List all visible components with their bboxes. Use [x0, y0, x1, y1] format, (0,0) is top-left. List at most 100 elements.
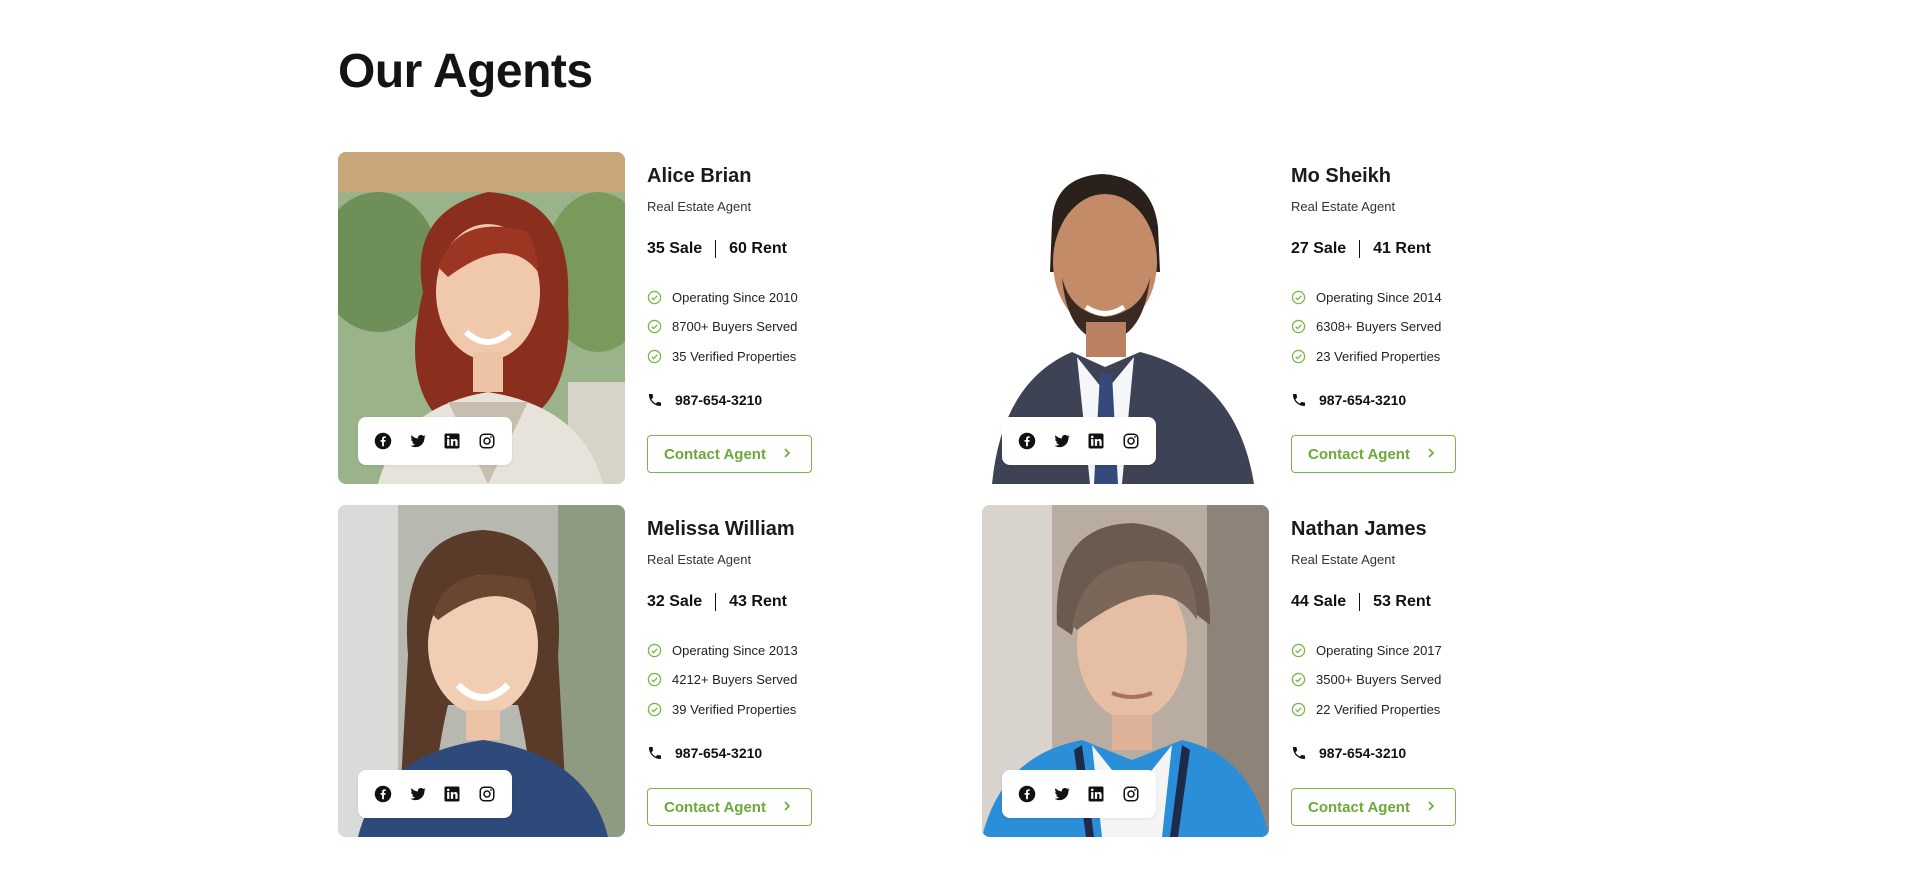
agent-phone[interactable]: 987-654-3210 — [647, 392, 762, 408]
agent-name: Mo Sheikh — [1291, 165, 1392, 187]
chevron-right-icon — [784, 448, 791, 458]
check-circle-icon — [1291, 643, 1306, 658]
agent-phone[interactable]: 987-654-3210 — [647, 745, 762, 761]
feature-item: Operating Since 2013 — [647, 640, 798, 660]
phone-number: 987-654-3210 — [1319, 392, 1407, 408]
feature-item: 22 Verified Properties — [1291, 699, 1442, 719]
check-circle-icon — [1291, 349, 1306, 364]
agent-role: Real Estate Agent — [1291, 199, 1396, 214]
agents-page: Our Agents Alice Brian Real Estate Agent… — [0, 0, 1921, 876]
check-circle-icon — [647, 672, 662, 687]
linkedin-icon[interactable] — [1086, 431, 1106, 451]
check-circle-icon — [1291, 319, 1306, 334]
contact-agent-button[interactable]: Contact Agent — [1291, 435, 1456, 473]
facebook-icon[interactable] — [373, 431, 393, 451]
feature-item: 6308+ Buyers Served — [1291, 317, 1442, 337]
facebook-icon[interactable] — [1017, 784, 1037, 804]
instagram-icon[interactable] — [1121, 431, 1141, 451]
feature-text: Operating Since 2014 — [1316, 289, 1442, 305]
linkedin-icon[interactable] — [442, 431, 462, 451]
rent-count: 53 Rent — [1373, 593, 1431, 610]
stats-divider — [715, 593, 717, 611]
facebook-icon[interactable] — [1017, 431, 1037, 451]
agent-photo — [338, 152, 625, 484]
feature-text: Operating Since 2013 — [672, 642, 798, 658]
phone-number: 987-654-3210 — [675, 392, 763, 408]
agent-phone[interactable]: 987-654-3210 — [1291, 392, 1406, 408]
stats-divider — [1359, 593, 1361, 611]
agent-features: Operating Since 2017 3500+ Buyers Served… — [1291, 640, 1442, 729]
agent-features: Operating Since 2013 4212+ Buyers Served… — [647, 640, 798, 729]
agent-card-nathan-james: Nathan James Real Estate Agent 44 Sale 5… — [982, 505, 1582, 837]
agent-photo — [982, 505, 1269, 837]
agent-stats: 44 Sale 53 Rent — [1291, 593, 1431, 611]
feature-text: 39 Verified Properties — [672, 701, 797, 717]
agent-stats: 32 Sale 43 Rent — [647, 593, 787, 611]
social-links — [1002, 417, 1156, 465]
instagram-icon[interactable] — [1121, 784, 1141, 804]
agent-card-alice-brian: Alice Brian Real Estate Agent 35 Sale 60… — [338, 152, 938, 484]
instagram-icon[interactable] — [477, 784, 497, 804]
feature-item: Operating Since 2010 — [647, 287, 798, 307]
stats-divider — [1359, 240, 1361, 258]
contact-agent-button[interactable]: Contact Agent — [647, 435, 812, 473]
contact-agent-label: Contact Agent — [664, 798, 766, 816]
agent-photo — [982, 152, 1269, 484]
contact-agent-button[interactable]: Contact Agent — [1291, 788, 1456, 826]
feature-item: Operating Since 2017 — [1291, 640, 1442, 660]
sale-count: 32 Sale — [647, 593, 703, 610]
linkedin-icon[interactable] — [1086, 784, 1106, 804]
feature-item: 3500+ Buyers Served — [1291, 670, 1442, 690]
check-circle-icon — [647, 349, 662, 364]
sale-count: 44 Sale — [1291, 593, 1347, 610]
check-circle-icon — [647, 643, 662, 658]
check-circle-icon — [647, 290, 662, 305]
feature-item: 39 Verified Properties — [647, 699, 798, 719]
feature-text: 23 Verified Properties — [1316, 348, 1441, 364]
social-links — [358, 417, 512, 465]
feature-text: Operating Since 2010 — [672, 289, 798, 305]
agent-name: Melissa William — [647, 518, 795, 540]
rent-count: 43 Rent — [729, 593, 787, 610]
twitter-icon[interactable] — [1052, 431, 1072, 451]
facebook-icon[interactable] — [373, 784, 393, 804]
feature-item: 8700+ Buyers Served — [647, 317, 798, 337]
feature-text: 4212+ Buyers Served — [672, 672, 798, 687]
agent-name: Alice Brian — [647, 165, 752, 187]
agent-features: Operating Since 2014 6308+ Buyers Served… — [1291, 287, 1442, 376]
feature-text: 8700+ Buyers Served — [672, 319, 798, 334]
check-circle-icon — [647, 702, 662, 717]
agent-stats: 35 Sale 60 Rent — [647, 240, 787, 258]
phone-icon — [647, 392, 663, 408]
agent-role: Real Estate Agent — [647, 552, 752, 567]
feature-text: 3500+ Buyers Served — [1316, 672, 1442, 687]
sale-count: 27 Sale — [1291, 240, 1347, 257]
agent-card-mo-sheikh: Mo Sheikh Real Estate Agent 27 Sale 41 R… — [982, 152, 1582, 484]
phone-number: 987-654-3210 — [1319, 745, 1407, 761]
contact-agent-button[interactable]: Contact Agent — [647, 788, 812, 826]
twitter-icon[interactable] — [408, 431, 428, 451]
agent-role: Real Estate Agent — [1291, 552, 1396, 567]
agent-role: Real Estate Agent — [647, 199, 752, 214]
contact-agent-label: Contact Agent — [1308, 798, 1410, 816]
phone-icon — [1291, 745, 1307, 761]
sale-count: 35 Sale — [647, 240, 703, 257]
twitter-icon[interactable] — [1052, 784, 1072, 804]
check-circle-icon — [1291, 290, 1306, 305]
agent-phone[interactable]: 987-654-3210 — [1291, 745, 1406, 761]
feature-text: 6308+ Buyers Served — [1316, 319, 1442, 334]
agent-photo — [338, 505, 625, 837]
instagram-icon[interactable] — [477, 431, 497, 451]
phone-icon — [647, 745, 663, 761]
chevron-right-icon — [784, 801, 791, 811]
agent-name: Nathan James — [1291, 518, 1427, 540]
feature-text: 22 Verified Properties — [1316, 701, 1441, 717]
contact-agent-label: Contact Agent — [664, 445, 766, 463]
check-circle-icon — [1291, 672, 1306, 687]
linkedin-icon[interactable] — [442, 784, 462, 804]
page-title: Our Agents — [338, 45, 593, 98]
stats-divider — [715, 240, 717, 258]
twitter-icon[interactable] — [408, 784, 428, 804]
feature-item: 23 Verified Properties — [1291, 346, 1442, 366]
agent-stats: 27 Sale 41 Rent — [1291, 240, 1431, 258]
